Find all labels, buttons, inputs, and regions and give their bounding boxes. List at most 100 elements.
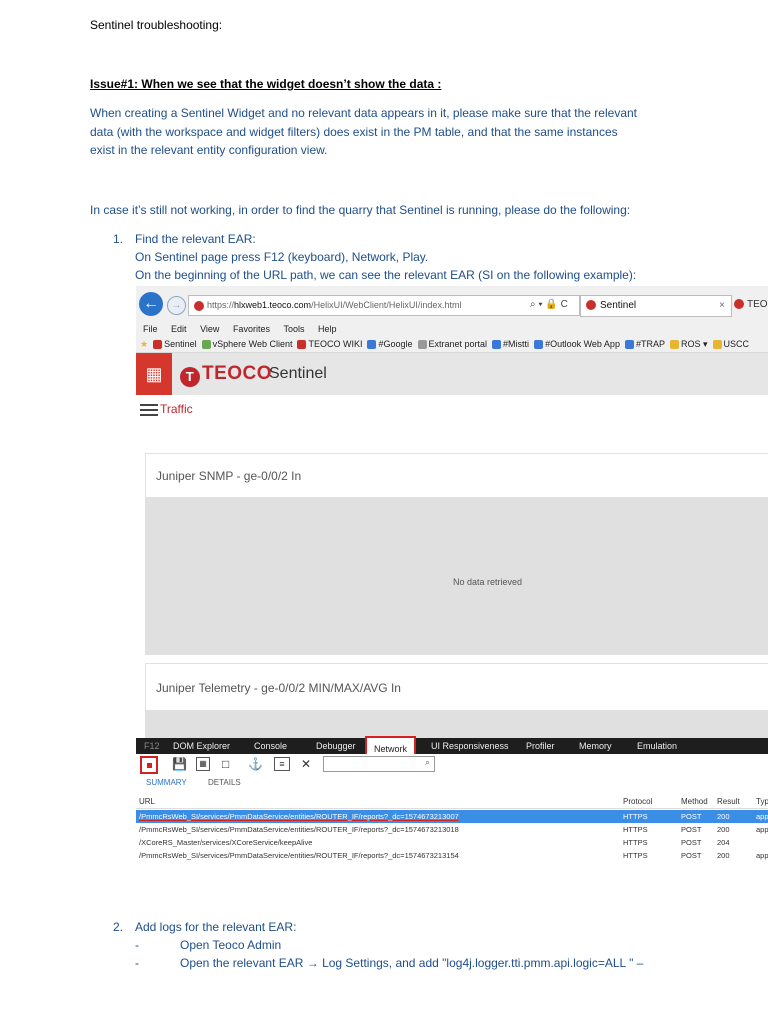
tab-details[interactable]: DETAILS: [208, 776, 241, 790]
favorite-label: #Google: [378, 339, 413, 349]
tab-console[interactable]: Console: [254, 738, 287, 754]
devtools-search-input[interactable]: ⌕: [323, 756, 435, 772]
logo-text: TEOCO: [202, 363, 273, 384]
clear-entries-icon[interactable]: ≡: [274, 757, 290, 771]
favorite-label: vSphere Web Client: [212, 339, 293, 349]
widget-title: Juniper SNMP - ge-0/0/2 In: [145, 453, 768, 498]
url-domain: hlxweb1.teoco.com: [234, 300, 312, 310]
close-icon[interactable]: ✕: [301, 757, 311, 771]
url-input[interactable]: https://hlxweb1.teoco.com/HelixUI/WebCli…: [188, 295, 580, 316]
step-title: Add logs for the relevant EAR:: [135, 920, 297, 934]
favorite-label: Sentinel: [164, 339, 197, 349]
menu-tools[interactable]: Tools: [283, 324, 304, 334]
network-table-header: URL Protocol Method Result Typ: [136, 795, 768, 809]
favorites-star-icon[interactable]: ★: [140, 339, 148, 349]
apps-grid-icon[interactable]: ▦: [136, 353, 172, 395]
favorite-item[interactable]: #Google: [362, 339, 413, 350]
step-2: 2. Add logs for the relevant EAR: - Open T…: [113, 918, 643, 972]
tab-ui-responsiveness[interactable]: UI Responsiveness: [431, 738, 509, 754]
step-line: On the beginning of the URL path, we can…: [135, 268, 637, 282]
forward-arrow-icon[interactable]: →: [167, 296, 186, 315]
row-type: app: [756, 812, 768, 821]
tab-memory[interactable]: Memory: [579, 738, 612, 754]
favorite-item[interactable]: #Outlook Web App: [529, 339, 620, 350]
favorite-item[interactable]: Sentinel: [148, 339, 197, 350]
teoco-logo-icon: T: [180, 367, 200, 387]
tab-sentinel[interactable]: Sentinel ×: [580, 295, 732, 317]
table-row[interactable]: /PmmcRsWeb_SI/services/PmmDataService/en…: [136, 849, 768, 862]
tab-label: TEOCO: [747, 299, 768, 310]
favorite-item[interactable]: Extranet portal: [413, 339, 488, 350]
url-tools[interactable]: ⌕ ▾ 🔒 C: [530, 295, 568, 314]
favorite-item[interactable]: vSphere Web Client: [197, 339, 293, 350]
step-line: On Sentinel page press F12 (keyboard), N…: [135, 250, 429, 264]
step-number: 1.: [113, 232, 124, 246]
menu-file[interactable]: File: [143, 324, 158, 334]
back-arrow-icon[interactable]: ←: [139, 292, 163, 316]
column-protocol[interactable]: Protocol: [623, 795, 652, 808]
menu-view[interactable]: View: [200, 324, 219, 334]
address-bar-row: ← → https://hlxweb1.teoco.com/HelixUI/We…: [136, 286, 768, 322]
save-icon[interactable]: 💾: [172, 757, 187, 771]
menu-help[interactable]: Help: [318, 324, 337, 334]
row-method: POST: [681, 851, 702, 860]
table-row[interactable]: /PmmcRsWeb_SI/services/PmmDataService/en…: [136, 810, 768, 823]
bullet-text: Open Teoco Admin: [180, 938, 282, 952]
row-method: POST: [681, 812, 702, 821]
widget-body: No data retrieved: [145, 498, 768, 655]
favorite-icon: [624, 340, 634, 350]
export-icon[interactable]: □: [222, 757, 229, 771]
nav-traffic-link[interactable]: Traffic: [160, 402, 193, 416]
widget-body: [145, 711, 768, 738]
favorite-item[interactable]: TEOCO WIKI: [292, 339, 362, 350]
url-prefix: https://: [207, 300, 235, 310]
close-tab-icon[interactable]: ×: [719, 296, 725, 316]
tab-profiler[interactable]: Profiler: [526, 738, 555, 754]
menu-edit[interactable]: Edit: [171, 324, 187, 334]
bullet-dash: -: [135, 956, 139, 970]
document-title: Sentinel troubleshooting:: [90, 18, 223, 32]
app-name: Sentinel: [269, 365, 327, 382]
favorite-icon: [712, 340, 722, 350]
column-url[interactable]: URL: [139, 795, 155, 808]
tab-summary[interactable]: SUMMARY: [146, 776, 187, 790]
devtools-toolbar: 💾 ▦ □ ⚓ ≡ ✕ ⌕: [136, 754, 768, 775]
row-url: /PmmcRsWeb_SI/services/PmmDataService/en…: [139, 825, 459, 834]
no-data-message: No data retrieved: [453, 577, 523, 587]
table-row[interactable]: /XCoreRS_Master/services/XCoreService/ke…: [136, 836, 768, 849]
record-stop-button[interactable]: [140, 756, 158, 774]
tab-teoco[interactable]: TEOCO: [732, 295, 768, 315]
column-method[interactable]: Method: [681, 795, 708, 808]
tab-emulation[interactable]: Emulation: [637, 738, 677, 754]
import-icon[interactable]: ▦: [196, 757, 210, 771]
clear-cache-icon[interactable]: ⚓: [248, 757, 263, 771]
favorite-label: #Mistti: [503, 339, 530, 349]
favorite-item[interactable]: #Mistti: [487, 339, 530, 350]
paragraph-line: exist in the relevant entity configurati…: [90, 143, 328, 157]
tab-dom-explorer[interactable]: DOM Explorer: [173, 738, 230, 754]
devtools-tabbar: F12 DOM Explorer Console Debugger Networ…: [136, 736, 768, 758]
favorite-item[interactable]: #TRAP: [620, 339, 665, 350]
menu-favorites[interactable]: Favorites: [233, 324, 270, 334]
tab-debugger[interactable]: Debugger: [316, 738, 356, 754]
step-title: Find the relevant EAR:: [135, 232, 256, 246]
teoco-logo: T TEOCO: [180, 361, 272, 387]
instructions-paragraph: In case it’s still not working, in order…: [90, 203, 631, 217]
sentinel-favicon-icon: [586, 300, 596, 311]
row-method: POST: [681, 838, 702, 847]
bullet-dash: -: [135, 938, 139, 952]
table-row[interactable]: /PmmcRsWeb_SI/services/PmmDataService/en…: [136, 823, 768, 836]
site-favicon-icon: [194, 300, 204, 311]
hamburger-menu-icon[interactable]: [140, 404, 158, 418]
favorite-label: #Outlook Web App: [545, 339, 620, 349]
paragraph-line: When creating a Sentinel Widget and no r…: [90, 106, 637, 120]
column-type[interactable]: Typ: [756, 795, 768, 808]
favorite-item[interactable]: USCC: [708, 339, 749, 350]
bullet-text: Open the relevant EAR → Log Settings, an…: [180, 956, 644, 970]
favorite-item[interactable]: ROS ▾: [665, 339, 708, 350]
row-result: 200: [717, 851, 730, 860]
favorite-icon: [417, 340, 427, 350]
favorite-label: Extranet portal: [428, 339, 488, 349]
column-result[interactable]: Result: [717, 795, 740, 808]
row-result: 204: [717, 838, 730, 847]
